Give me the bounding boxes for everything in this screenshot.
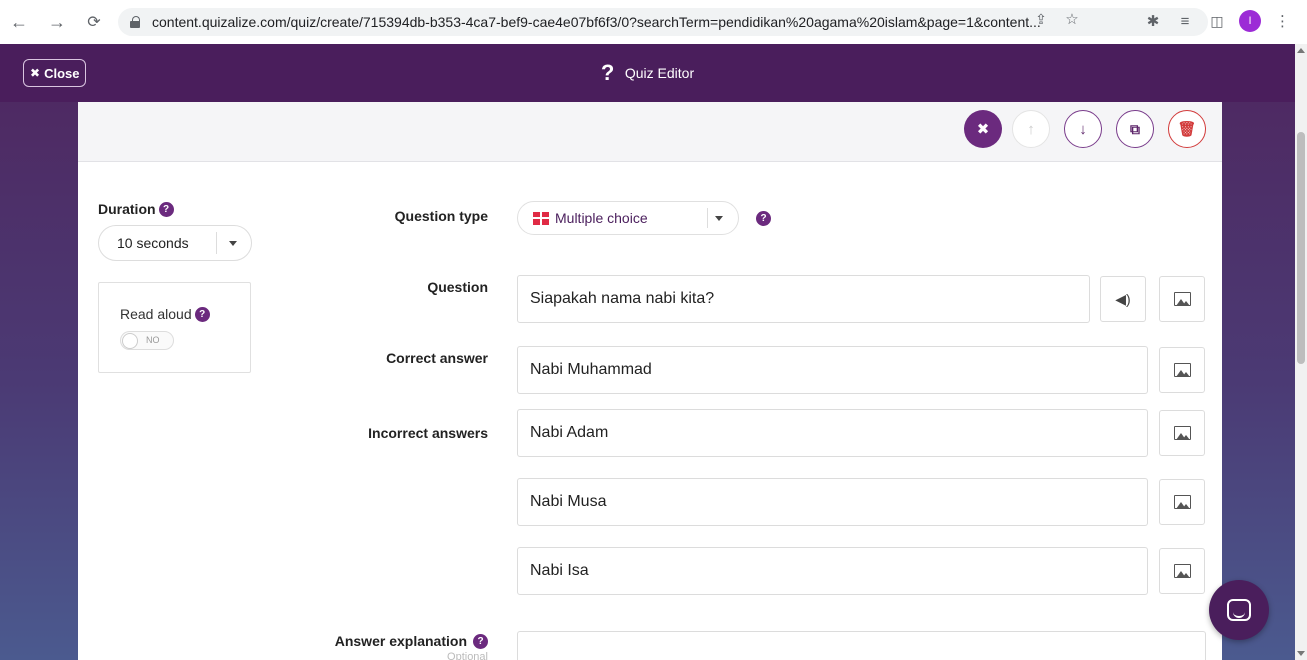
reload-icon[interactable]: ⟳ [83, 11, 105, 33]
image-icon [1173, 426, 1191, 440]
question-type-label: Question type [394, 208, 488, 224]
scroll-thumb[interactable] [1297, 132, 1305, 364]
correct-answer-input[interactable]: Nabi Muhammad [517, 346, 1148, 394]
collapse-question-button[interactable]: ✖ [964, 110, 1002, 148]
duration-select[interactable]: 10 seconds [98, 225, 252, 261]
question-label: Question [427, 279, 488, 295]
move-down-button[interactable]: ↓ [1064, 110, 1102, 148]
extensions-icon[interactable]: ✱ [1143, 12, 1163, 30]
image-icon [1173, 564, 1191, 578]
answer-explanation-input[interactable] [517, 631, 1206, 660]
chevron-down-icon [715, 216, 723, 221]
grid-icon [533, 211, 549, 225]
toggle-state: NO [146, 335, 160, 345]
question-card-header: ✖ ↑ ↓ ⧉ 🗑 [78, 102, 1222, 162]
close-label: Close [44, 65, 80, 81]
delete-button[interactable]: 🗑 [1168, 110, 1206, 148]
image-icon [1173, 292, 1191, 306]
app-header: ✖ Close ? Quiz Editor [0, 44, 1295, 102]
forward-icon[interactable]: → [46, 11, 68, 33]
speaker-icon: ◀) [1115, 290, 1131, 307]
chat-icon [1227, 599, 1251, 621]
bookmark-star-icon[interactable]: ☆ [1061, 10, 1083, 28]
chat-launcher-button[interactable] [1209, 580, 1269, 640]
scroll-down-icon[interactable] [1297, 651, 1305, 656]
read-aloud-label: Read aloud ? [120, 306, 210, 322]
incorrect-answer-image-button[interactable] [1159, 548, 1205, 594]
page-scrollbar[interactable] [1295, 44, 1307, 660]
side-panel-icon[interactable]: ◫ [1207, 13, 1227, 30]
toggle-knob [122, 333, 138, 349]
duplicate-button[interactable]: ⧉ [1116, 110, 1154, 148]
back-icon[interactable]: ← [8, 11, 30, 33]
read-aloud-panel: Read aloud ? NO [98, 282, 251, 373]
menu-kebab-icon[interactable]: ⋮ [1275, 12, 1290, 30]
answer-explanation-label: Answer explanation ? [335, 633, 488, 649]
share-icon[interactable]: ⇪ [1030, 11, 1052, 28]
scroll-up-icon[interactable] [1297, 48, 1305, 53]
read-aloud-toggle[interactable]: NO [120, 331, 174, 350]
read-aloud-button[interactable]: ◀) [1100, 276, 1146, 322]
incorrect-answer-image-button[interactable] [1159, 479, 1205, 525]
help-icon[interactable]: ? [194, 306, 210, 322]
question-type-select[interactable]: Multiple choice [517, 201, 739, 235]
browser-toolbar: ← → ⟳ content.quizalize.com/quiz/create/… [0, 0, 1307, 44]
help-icon[interactable]: ? [756, 211, 771, 226]
image-icon [1173, 495, 1191, 509]
move-up-button[interactable]: ↑ [1012, 110, 1050, 148]
question-card: ✖ ↑ ↓ ⧉ 🗑 Duration ? 10 seconds Read alo… [78, 102, 1222, 660]
reading-list-icon[interactable]: ≡ [1175, 13, 1195, 30]
correct-answer-label: Correct answer [386, 350, 488, 366]
profile-avatar[interactable]: I [1239, 10, 1261, 32]
incorrect-answers-label: Incorrect answers [368, 425, 488, 441]
duration-value: 10 seconds [117, 235, 189, 251]
question-input[interactable]: Siapakah nama nabi kita? [517, 275, 1090, 323]
incorrect-answer-input[interactable]: Nabi Adam [517, 409, 1148, 457]
question-type-value: Multiple choice [555, 210, 648, 226]
duration-label: Duration ? [98, 201, 174, 217]
help-icon[interactable]: ? [473, 633, 488, 649]
url-text[interactable]: content.quizalize.com/quiz/create/715394… [152, 14, 1082, 30]
lock-icon [130, 16, 140, 28]
help-icon[interactable]: ? [158, 201, 174, 217]
chevron-down-icon [229, 241, 237, 246]
incorrect-answer-input[interactable]: Nabi Isa [517, 547, 1148, 595]
close-button[interactable]: ✖ Close [23, 59, 87, 87]
correct-answer-image-button[interactable] [1159, 347, 1205, 393]
question-image-button[interactable] [1159, 276, 1205, 322]
quizalize-logo-icon: ? [600, 60, 615, 85]
page-title-text: Quiz Editor [624, 65, 695, 81]
incorrect-answer-image-button[interactable] [1159, 410, 1205, 456]
incorrect-answer-input[interactable]: Nabi Musa [517, 478, 1148, 526]
image-icon [1173, 363, 1191, 377]
optional-hint: Optional [447, 651, 488, 660]
page-title: ? Quiz Editor [601, 62, 694, 84]
close-icon: ✖ [30, 66, 41, 80]
